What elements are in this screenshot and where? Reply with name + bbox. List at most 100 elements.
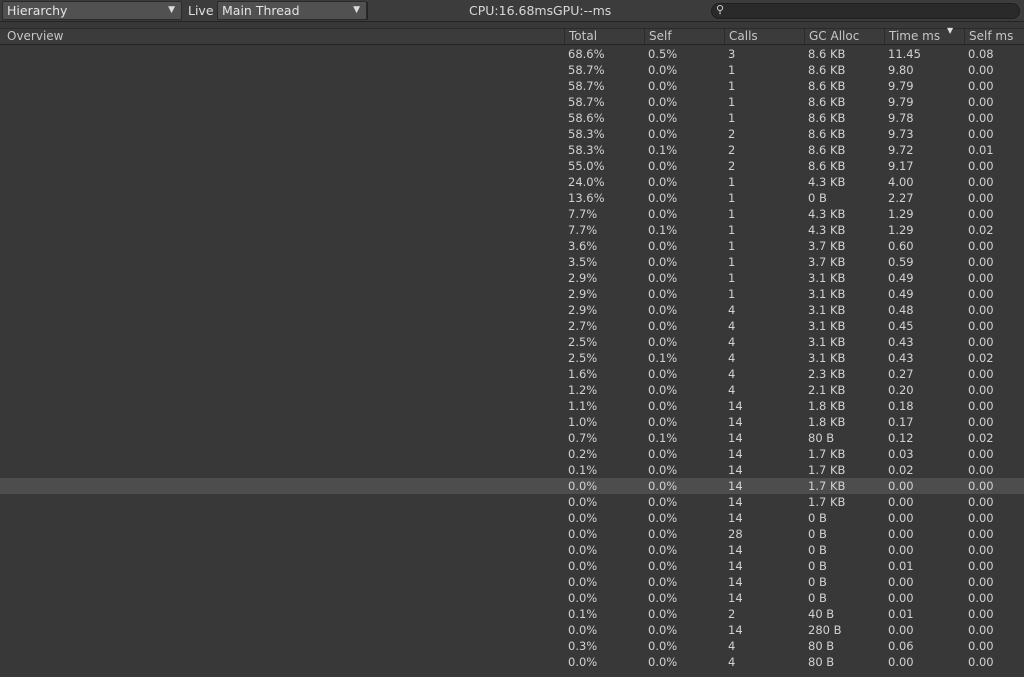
column-calls[interactable]: Calls bbox=[724, 29, 804, 44]
table-row[interactable]: GC.Alloc0.0%0.0%141.7 KB0.000.00 bbox=[0, 494, 1024, 510]
gc-alloc-cell: 8.6 KB bbox=[808, 143, 846, 157]
column-self[interactable]: Self bbox=[644, 29, 724, 44]
total-cell: 1.6% bbox=[568, 367, 598, 381]
table-row[interactable]: ▼Inl_RenderCameraStack58.3%0.1%28.6 KB9.… bbox=[0, 142, 1024, 158]
self-cell: 0.0% bbox=[648, 287, 678, 301]
column-gc-alloc[interactable]: GC Alloc bbox=[804, 29, 884, 44]
self-ms-cell: 0.00 bbox=[968, 319, 994, 333]
time-ms-cell: 0.00 bbox=[888, 543, 914, 557]
calls-cell: 14 bbox=[728, 575, 743, 589]
gc-alloc-cell: 2.3 KB bbox=[808, 367, 846, 381]
calls-cell: 4 bbox=[728, 303, 736, 317]
table-row[interactable]: ▼UniversalRenderer.Setup()7.7%0.1%14.3 K… bbox=[0, 222, 1024, 238]
table-row[interactable]: ▼RTHandleSystem.Alloc()2.5%0.1%43.1 KB0.… bbox=[0, 350, 1024, 366]
gc-alloc-cell: 1.7 KB bbox=[808, 463, 846, 477]
self-ms-cell: 0.00 bbox=[968, 463, 994, 477]
table-row[interactable]: ▼CoreUtils.GetRenderTargetAutoName()1.6%… bbox=[0, 366, 1024, 382]
column-self-ms[interactable]: Self ms bbox=[964, 29, 1024, 44]
table-row[interactable]: ▼RenderingUtils.ReAllocateIfNeeded()2.9%… bbox=[0, 302, 1024, 318]
table-row[interactable]: GC.Alloc0.0%0.0%480 B0.000.00 bbox=[0, 654, 1024, 670]
table-row[interactable]: ▶Enum.ToString()0.1%0.0%240 B0.010.00 bbox=[0, 606, 1024, 622]
self-cell: 0.1% bbox=[648, 431, 678, 445]
time-ms-cell: 0.43 bbox=[888, 335, 914, 349]
dropdown-arrow-icon: ▼ bbox=[353, 5, 360, 15]
time-ms-cell: 0.43 bbox=[888, 351, 914, 365]
table-row[interactable]: ▼Inl_UniversalRenderPipeline.RenderSingl… bbox=[0, 174, 1024, 190]
search-input[interactable]: ⚲ bbox=[711, 3, 1020, 19]
gc-alloc-cell: 280 B bbox=[808, 623, 842, 637]
table-row[interactable]: ▶String.wstrcpy()0.0%0.0%140 B0.000.00 bbox=[0, 510, 1024, 526]
table-row[interactable]: ▼RenderTargetBufferSystem.ReAllocate()2.… bbox=[0, 286, 1024, 302]
table-row[interactable]: ▼UniversalRenderPipeline.Render()58.7%0.… bbox=[0, 94, 1024, 110]
self-ms-cell: 0.08 bbox=[968, 47, 994, 61]
table-row[interactable]: ▼Inl_UniversalRenderTotal58.6%0.0%18.6 K… bbox=[0, 110, 1024, 126]
calls-cell: 4 bbox=[728, 383, 736, 397]
column-overview[interactable]: Overview bbox=[3, 29, 563, 44]
self-ms-cell: 0.00 bbox=[968, 591, 994, 605]
gc-alloc-cell: 1.7 KB bbox=[808, 495, 846, 509]
toolbar-divider bbox=[367, 2, 368, 20]
calls-cell: 14 bbox=[728, 463, 743, 477]
table-row[interactable]: ▼RenderPipeline.InternalRender()58.7%0.0… bbox=[0, 78, 1024, 94]
self-ms-cell: 0.00 bbox=[968, 79, 994, 93]
table-row[interactable]: ▼RenderTargetBufferSystem.GetBackBuffer(… bbox=[0, 270, 1024, 286]
calls-cell: 2 bbox=[728, 159, 736, 173]
calls-cell: 1 bbox=[728, 175, 736, 189]
total-cell: 7.7% bbox=[568, 223, 598, 237]
calls-cell: 4 bbox=[728, 335, 736, 349]
table-row[interactable]: ▼StringBuilder.ToString()0.1%0.0%141.7 K… bbox=[0, 462, 1024, 478]
gc-alloc-cell: 0 B bbox=[808, 511, 827, 525]
column-total[interactable]: Total bbox=[564, 29, 644, 44]
live-toggle[interactable]: Live bbox=[188, 0, 214, 22]
gc-alloc-cell: 40 B bbox=[808, 607, 835, 621]
time-ms-cell: 0.27 bbox=[888, 367, 914, 381]
table-row[interactable]: ▼String.Format()1.1%0.0%141.8 KB0.180.00 bbox=[0, 398, 1024, 414]
table-row[interactable]: ▶StringBuilder.AppendFormatHelper()0.7%0… bbox=[0, 430, 1024, 446]
table-row[interactable]: ▼UniversalRenderPipeline.RenderCameraSta… bbox=[0, 126, 1024, 142]
self-cell: 0.0% bbox=[648, 559, 678, 573]
table-row[interactable]: ▼PlayerLoop68.6%0.5%38.6 KB11.450.08 bbox=[0, 46, 1024, 62]
gc-alloc-cell: 8.6 KB bbox=[808, 47, 846, 61]
table-row[interactable]: GC.Alloc0.0%0.0%14280 B0.000.00 bbox=[0, 622, 1024, 638]
calls-cell: 4 bbox=[728, 639, 736, 653]
table-row[interactable]: ▼String.FastAllocateString()0.0%0.0%141.… bbox=[0, 478, 1024, 494]
time-ms-cell: 0.01 bbox=[888, 607, 914, 621]
self-cell: 0.0% bbox=[648, 527, 678, 541]
total-cell: 0.0% bbox=[568, 575, 598, 589]
table-row[interactable]: ▶ScriptableRenderer.Execute()13.6%0.0%10… bbox=[0, 190, 1024, 206]
thread-dropdown[interactable]: Main Thread ▼ bbox=[217, 1, 367, 20]
self-cell: 0.0% bbox=[648, 415, 678, 429]
table-row[interactable]: ▶StringBuilderCache.Acquire()0.0%0.0%140… bbox=[0, 558, 1024, 574]
total-cell: 55.0% bbox=[568, 159, 605, 173]
table-row[interactable]: StringBuilder.get_Length()0.0%0.0%280 B0… bbox=[0, 526, 1024, 542]
table-row[interactable]: ▼RTHandles.Alloc()2.7%0.0%43.1 KB0.450.0… bbox=[0, 318, 1024, 334]
calls-cell: 4 bbox=[728, 319, 736, 333]
table-row[interactable]: ParamsArray..ctor()0.0%0.0%140 B0.000.00 bbox=[0, 590, 1024, 606]
time-ms-cell: 2.27 bbox=[888, 191, 914, 205]
table-row[interactable]: ▼UniversalRenderPipeline.RenderSingleCam… bbox=[0, 158, 1024, 174]
time-ms-cell: 0.03 bbox=[888, 447, 914, 461]
self-ms-cell: 0.00 bbox=[968, 527, 994, 541]
table-row[interactable]: ▼UniversalRenderer.CreateCameraRenderTar… bbox=[0, 238, 1024, 254]
table-row[interactable]: ▶Enum.ToString()0.3%0.0%480 B0.060.00 bbox=[0, 638, 1024, 654]
self-cell: 0.0% bbox=[648, 63, 678, 77]
time-ms-cell: 0.00 bbox=[888, 527, 914, 541]
time-ms-cell: 1.29 bbox=[888, 223, 914, 237]
table-row[interactable]: ParamsArray.get_Length()0.0%0.0%140 B0.0… bbox=[0, 574, 1024, 590]
self-ms-cell: 0.00 bbox=[968, 479, 994, 493]
calls-cell: 2 bbox=[728, 127, 736, 141]
calls-cell: 2 bbox=[728, 607, 736, 621]
table-row[interactable]: ▼Inl_UniversalRenderer.CreateCameraRende… bbox=[0, 254, 1024, 270]
table-row[interactable]: ▼String.FormatHelper()1.0%0.0%141.8 KB0.… bbox=[0, 414, 1024, 430]
calls-cell: 1 bbox=[728, 111, 736, 125]
table-row[interactable]: ▼CoreUtils.GetRenderTargetAutoName()1.2%… bbox=[0, 382, 1024, 398]
self-ms-cell: 0.00 bbox=[968, 511, 994, 525]
table-row[interactable]: ▼RenderPipelineManager.DoRenderLoop_Inte… bbox=[0, 62, 1024, 78]
gc-alloc-cell: 3.1 KB bbox=[808, 303, 846, 317]
table-row[interactable]: ▼Inl_ScriptableRenderer.Setup7.7%0.0%14.… bbox=[0, 206, 1024, 222]
time-ms-cell: 0.06 bbox=[888, 639, 914, 653]
table-row[interactable]: ▼RTHandleSystem.Alloc()2.5%0.0%43.1 KB0.… bbox=[0, 334, 1024, 350]
table-row[interactable]: ▼StringBuilderCache.GetStringAndRelea0.2… bbox=[0, 446, 1024, 462]
view-mode-dropdown[interactable]: Hierarchy ▼ bbox=[2, 1, 182, 20]
table-row[interactable]: ▶StringBuilderCache.Release()0.0%0.0%140… bbox=[0, 542, 1024, 558]
